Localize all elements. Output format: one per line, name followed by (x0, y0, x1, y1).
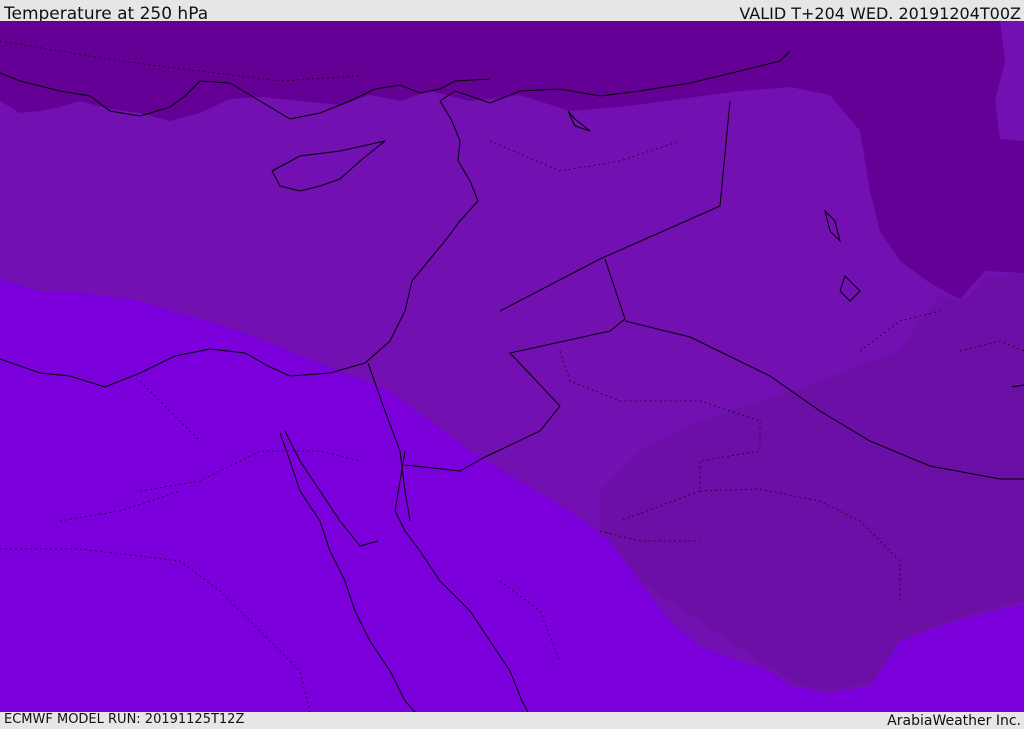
credit: ArabiaWeather Inc. (887, 713, 1021, 729)
model-run: ECMWF MODEL RUN: 20191125T12Z (4, 712, 245, 727)
temperature-map (0, 21, 1024, 712)
top-bar: Temperature at 250 hPa VALID T+204 WED. … (0, 0, 1024, 24)
